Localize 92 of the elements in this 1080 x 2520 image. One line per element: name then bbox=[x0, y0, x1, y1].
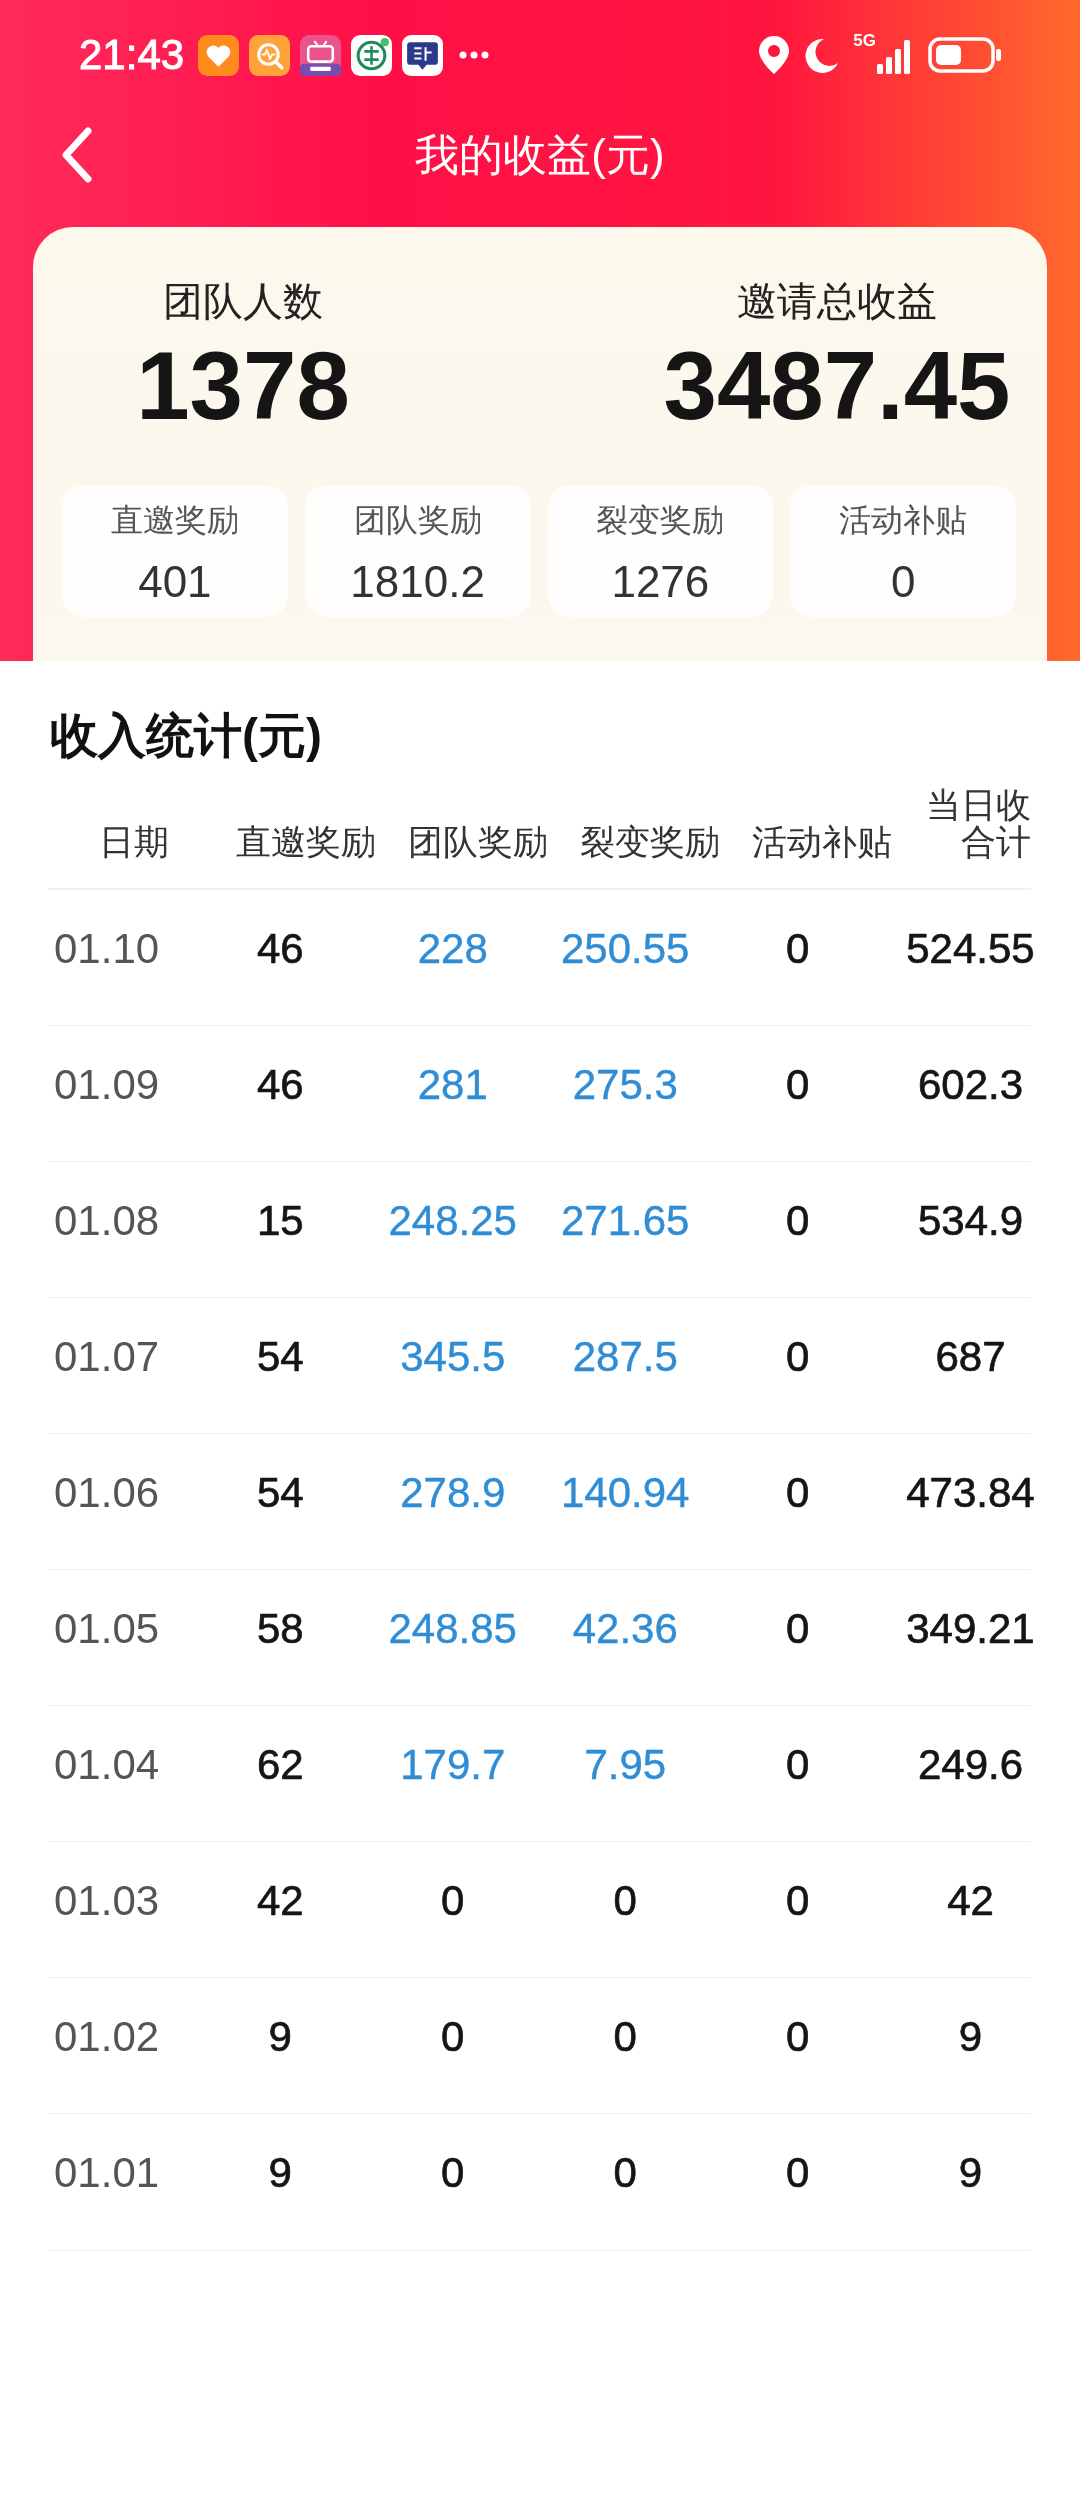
table-cell-text: 0 bbox=[786, 923, 810, 974]
tile-value: 1276 bbox=[611, 556, 710, 608]
column-header: 团队奖励 bbox=[408, 823, 548, 861]
table-cell: 9 bbox=[268, 2148, 292, 2199]
table-cell: 0 bbox=[613, 2148, 637, 2199]
table-cell-text: 0 bbox=[441, 1875, 465, 1926]
date-cell-text: 01.09 bbox=[54, 1059, 160, 1110]
back-icon[interactable] bbox=[60, 127, 94, 183]
page-title: 我的收益(元) bbox=[415, 128, 665, 181]
date-cell-text: 01.03 bbox=[54, 1875, 160, 1926]
more-icon bbox=[459, 50, 490, 60]
column-header: 当日收合计 bbox=[925, 786, 1031, 861]
amount-link[interactable]: 248.25 bbox=[388, 1195, 517, 1247]
table-cell-text: 0 bbox=[786, 1467, 810, 1518]
battery-icon bbox=[928, 37, 1002, 73]
location-icon bbox=[757, 35, 792, 75]
moon-icon bbox=[804, 37, 841, 73]
section-title: 收入统计(元) bbox=[49, 707, 323, 764]
table-cell-text: 0 bbox=[786, 1875, 810, 1926]
stat-label: 邀请总收益 bbox=[737, 278, 937, 325]
table-cell-text: 42 bbox=[256, 1875, 304, 1926]
date-cell-text: 01.05 bbox=[54, 1603, 160, 1654]
table-cell-text: 54 bbox=[256, 1331, 304, 1382]
tile-value: 401 bbox=[138, 556, 212, 608]
network-label: 5G bbox=[853, 32, 876, 49]
amount-link[interactable]: 7.95 bbox=[584, 1739, 667, 1791]
tile-value: 0 bbox=[890, 556, 916, 608]
amount-link[interactable]: 42.36 bbox=[572, 1603, 678, 1655]
coin-icon bbox=[351, 34, 393, 76]
date-cell: 01.01 bbox=[54, 2148, 160, 2199]
table-cell: 9 bbox=[958, 2148, 983, 2199]
table-cell-text: 524.55 bbox=[906, 923, 1035, 974]
table-cell-text: 534.9 bbox=[917, 1195, 1024, 1246]
column-header: 裂变奖励 bbox=[580, 823, 720, 861]
amount-link[interactable]: 275.3 bbox=[572, 1059, 678, 1111]
tv-icon bbox=[300, 34, 342, 76]
chat-bubble-icon bbox=[402, 34, 444, 76]
magnifier-icon bbox=[249, 34, 291, 76]
table-cell-text: 0 bbox=[786, 1059, 810, 1110]
amount-link[interactable]: 287.5 bbox=[572, 1331, 678, 1383]
amount-link[interactable]: 345.5 bbox=[400, 1331, 506, 1383]
table-cell-text: 54 bbox=[256, 1467, 304, 1518]
table-cell-text: 15 bbox=[256, 1195, 304, 1246]
status-time: 21:43 bbox=[79, 34, 185, 76]
amount-link[interactable]: 248.85 bbox=[388, 1603, 517, 1655]
table-cell-text: 0 bbox=[786, 1603, 810, 1654]
tile-label: 直邀奖励 bbox=[110, 500, 239, 539]
amount-link[interactable]: 228 bbox=[417, 923, 488, 975]
table-cell-text: 42 bbox=[947, 1875, 994, 1926]
date-cell-text: 01.02 bbox=[54, 2011, 160, 2062]
table-cell-text: 46 bbox=[256, 923, 304, 974]
table-cell-text: 0 bbox=[786, 1195, 810, 1246]
amount-link[interactable]: 250.55 bbox=[561, 923, 690, 975]
table-cell-text: 0 bbox=[441, 2011, 465, 2062]
amount-link[interactable]: 179.7 bbox=[400, 1739, 506, 1791]
table-cell-text: 602.3 bbox=[917, 1059, 1024, 1110]
tile-label: 裂变奖励 bbox=[596, 500, 725, 539]
table-cell-text: 62 bbox=[256, 1739, 304, 1790]
tile-label: 团队奖励 bbox=[353, 500, 482, 539]
amount-link[interactable]: 271.65 bbox=[561, 1195, 690, 1247]
date-cell-text: 01.10 bbox=[54, 923, 160, 974]
table-cell-text: 0 bbox=[786, 2011, 810, 2062]
date-cell-text: 01.06 bbox=[54, 1467, 160, 1518]
signal-icon bbox=[876, 40, 912, 74]
table-cell-text: 0 bbox=[786, 1331, 810, 1382]
amount-link[interactable]: 140.94 bbox=[561, 1467, 690, 1519]
table-cell-text: 9 bbox=[268, 2011, 292, 2062]
column-header: 活动补贴 bbox=[752, 823, 892, 861]
table-cell-text: 0 bbox=[786, 1739, 810, 1790]
table-cell: 0 bbox=[441, 2148, 465, 2199]
amount-link[interactable]: 281 bbox=[417, 1059, 488, 1111]
column-header: 日期 bbox=[99, 823, 169, 861]
table-cell-text: 46 bbox=[256, 1059, 304, 1110]
stat-label: 团队人数 bbox=[163, 278, 323, 325]
table-cell-text: 0 bbox=[613, 1875, 637, 1926]
tile-value: 1810.2 bbox=[350, 556, 485, 608]
table-cell-text: 473.84 bbox=[906, 1467, 1035, 1518]
table-cell-text: 349.21 bbox=[906, 1603, 1035, 1654]
table-cell-text: 58 bbox=[256, 1603, 304, 1654]
date-cell-text: 01.07 bbox=[54, 1331, 160, 1382]
table-cell-text: 687 bbox=[935, 1331, 1006, 1382]
table-cell-text: 249.6 bbox=[917, 1739, 1024, 1790]
tile-label: 活动补贴 bbox=[839, 500, 968, 539]
table-cell-text: 0 bbox=[613, 2011, 637, 2062]
amount-link[interactable]: 278.9 bbox=[400, 1467, 506, 1519]
date-cell-text: 01.04 bbox=[54, 1739, 160, 1790]
stat-value: 1378 bbox=[136, 333, 350, 439]
table-cell-text: 9 bbox=[958, 2011, 983, 2062]
date-cell-text: 01.08 bbox=[54, 1195, 160, 1246]
stat-value: 3487.45 bbox=[663, 333, 1011, 439]
table-cell: 0 bbox=[786, 2148, 810, 2199]
column-header: 直邀奖励 bbox=[236, 823, 376, 861]
